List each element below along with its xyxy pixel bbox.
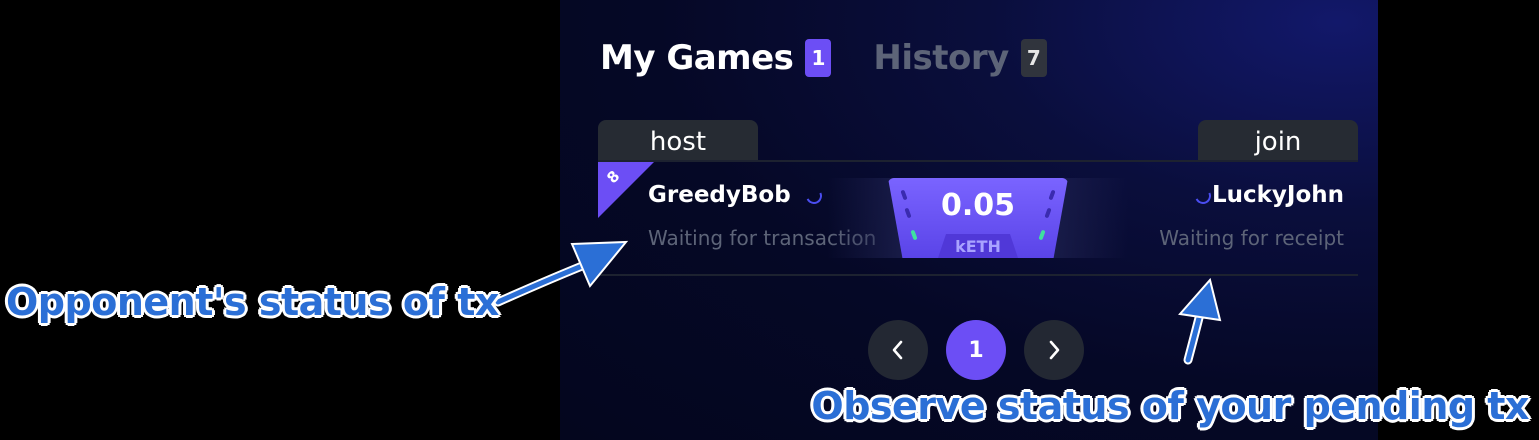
host-player-name: GreedyBob [648,182,791,208]
prev-page-button[interactable] [868,320,928,380]
host-spinner-icon [803,185,825,207]
joiner-player-status: Waiting for receipt [1159,226,1344,250]
chevron-left-icon [892,340,903,360]
host-role-label: host [598,120,758,162]
tab-my-games-label: My Games [600,38,794,78]
history-count-badge: 7 [1020,39,1047,77]
annotation-your-pending-tx: Observe status of your pending tx [811,384,1529,428]
joiner-player-name: LuckyJohn [1211,182,1344,208]
chevron-right-icon [1049,340,1060,360]
games-panel: My Games 1 History 7 host join 8 GreedyB… [560,0,1378,440]
my-games-count-badge: 1 [805,39,832,77]
page-button-current[interactable]: 1 [946,320,1006,380]
joiner-spinner-icon [1192,185,1214,207]
next-page-button[interactable] [1024,320,1084,380]
tab-my-games[interactable]: My Games 1 [600,38,832,78]
pagination: 1 [868,320,1084,380]
stake-display: 0.05 kETH [888,178,1068,258]
tab-history-label: History [873,38,1009,78]
annotation-opponent-status: Opponent's status of tx [6,280,499,324]
games-tabs: My Games 1 History 7 [600,38,1047,78]
join-role-label: join [1198,120,1358,162]
stake-unit: kETH [955,237,1001,256]
tab-history[interactable]: History 7 [873,38,1047,78]
stake-value: 0.05 [940,188,1016,223]
game-row[interactable]: 8 GreedyBob Waiting for transaction 0.05… [598,162,1358,274]
row-divider-bottom [598,274,1358,276]
